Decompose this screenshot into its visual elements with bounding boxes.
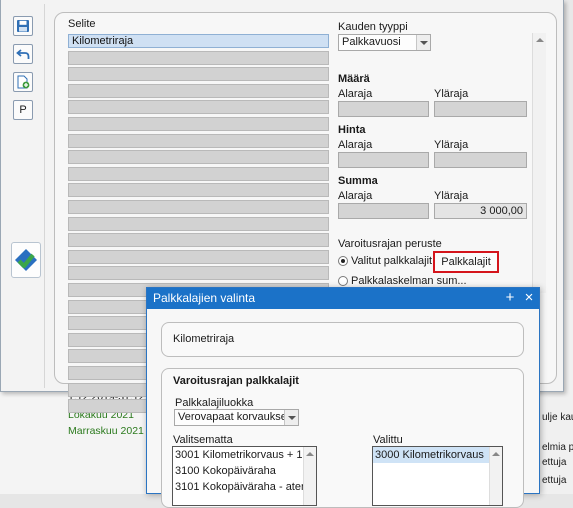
vertical-scrollbar[interactable] — [532, 33, 546, 293]
summa-heading: Summa — [338, 175, 378, 187]
chevron-down-icon — [284, 410, 298, 425]
selite-row[interactable] — [68, 133, 329, 148]
radio-palkkalaskelman-summa[interactable] — [338, 276, 348, 286]
palkkalajit-group: Varoitusrajan palkkalajit Palkkalajiluok… — [161, 368, 524, 508]
selite-row[interactable] — [68, 150, 329, 165]
hinta-alaraja-label: Alaraja — [338, 139, 373, 151]
p-button-label: P — [19, 104, 27, 116]
selite-label: Selite — [68, 18, 96, 30]
p-button[interactable]: P — [13, 100, 33, 120]
maara-ylaraja-label: Yläraja — [434, 88, 469, 100]
maara-alaraja-label: Alaraja — [338, 88, 373, 100]
maara-ylaraja-field[interactable] — [434, 101, 527, 117]
valitsematta-label: Valitsematta — [173, 434, 233, 446]
left-toolbar: P — [5, 4, 45, 388]
summa-alaraja-label: Alaraja — [338, 190, 373, 202]
palkkalajiluokka-value: Verovapaat korvaukset — [178, 411, 290, 423]
dialog-titlebar[interactable]: Palkkalajien valinta + × — [147, 288, 539, 309]
save-button[interactable] — [13, 16, 33, 36]
valitsematta-list[interactable]: 3001 Kilometrikorvaus + 1 hlö 3100 Kokop… — [172, 446, 317, 506]
selite-row[interactable] — [68, 266, 329, 281]
document-add-icon — [17, 75, 30, 89]
radio-valitut-palkkalajit[interactable] — [338, 256, 348, 266]
palkkalajit-button[interactable]: Palkkalajit — [433, 251, 499, 273]
list-item[interactable]: Marraskuu 2021 — [68, 423, 158, 439]
list-item[interactable]: 3101 Kokopäiväraha - ateria — [173, 479, 316, 495]
background-text: ulje kaus — [542, 412, 573, 423]
list-item[interactable]: 3000 Kilometrikorvaus — [373, 447, 502, 463]
selite-row[interactable] — [68, 233, 329, 248]
scroll-up-icon[interactable] — [533, 33, 547, 47]
palkkalajiluokka-select[interactable]: Verovapaat korvaukset — [174, 409, 299, 426]
varoitusrajan-peruste-heading: Varoitusrajan peruste — [338, 238, 442, 250]
selite-row[interactable] — [68, 216, 329, 231]
hinta-heading: Hinta — [338, 124, 366, 136]
hinta-ylaraja-field[interactable] — [434, 152, 527, 168]
list-scrollbar[interactable] — [489, 447, 502, 505]
add-document-button[interactable] — [13, 72, 33, 92]
radio-valitut-palkkalajit-label: Valitut palkkalajit — [351, 255, 433, 267]
selite-row[interactable] — [68, 183, 329, 198]
selite-row[interactable] — [68, 100, 329, 115]
chevron-down-icon — [416, 35, 430, 50]
close-icon[interactable]: × — [521, 288, 537, 309]
kauden-tyyppi-label: Kauden tyyppi — [338, 21, 408, 33]
dialog-name-box: Kilometriraja — [161, 322, 524, 357]
valittu-label: Valittu — [373, 434, 403, 446]
save-icon — [17, 20, 29, 32]
selite-row[interactable] — [68, 200, 329, 214]
list-item[interactable]: 3100 Kokopäiväraha — [173, 463, 316, 479]
background-text: ettuja — [542, 457, 567, 468]
selite-row[interactable] — [68, 83, 329, 98]
undo-icon — [16, 49, 30, 59]
selite-row[interactable]: Kilometriraja — [68, 34, 329, 48]
selite-row[interactable] — [68, 166, 329, 181]
undo-button[interactable] — [13, 44, 33, 64]
kauden-tyyppi-value: Palkkavuosi — [342, 36, 401, 48]
summa-ylaraja-field[interactable]: 3 000,00 — [434, 203, 527, 219]
kauden-tyyppi-select[interactable]: Palkkavuosi — [338, 34, 431, 51]
selite-row[interactable] — [68, 249, 329, 264]
selite-row[interactable] — [68, 50, 329, 65]
summa-alaraja-field[interactable] — [338, 203, 429, 219]
hinta-alaraja-field[interactable] — [338, 152, 429, 168]
dialog-title: Palkkalajien valinta — [153, 291, 256, 305]
logo-button[interactable] — [11, 242, 41, 278]
maara-alaraja-field[interactable] — [338, 101, 429, 117]
palkkalajien-valinta-dialog: Palkkalajien valinta + × Kilometriraja V… — [146, 287, 540, 508]
plus-icon[interactable]: + — [502, 288, 518, 309]
background-text: elmia p — [542, 442, 573, 453]
selite-row[interactable] — [68, 117, 329, 131]
list-scrollbar[interactable] — [303, 447, 316, 505]
group-title: Varoitusrajan palkkalajit — [173, 375, 299, 387]
app-logo-icon — [15, 249, 37, 271]
radio-palkkalaskelman-summa-label: Palkkalaskelman sum... — [351, 275, 467, 287]
list-item[interactable]: 3001 Kilometrikorvaus + 1 hlö — [173, 447, 316, 463]
summa-ylaraja-label: Yläraja — [434, 190, 469, 202]
hinta-ylaraja-label: Yläraja — [434, 139, 469, 151]
background-text: ettuja — [542, 475, 567, 486]
maara-heading: Määrä — [338, 73, 370, 85]
selite-row[interactable] — [68, 67, 329, 82]
palkkalajiluokka-label: Palkkalajiluokka — [175, 397, 254, 409]
valittu-list[interactable]: 3000 Kilometrikorvaus — [372, 446, 503, 506]
